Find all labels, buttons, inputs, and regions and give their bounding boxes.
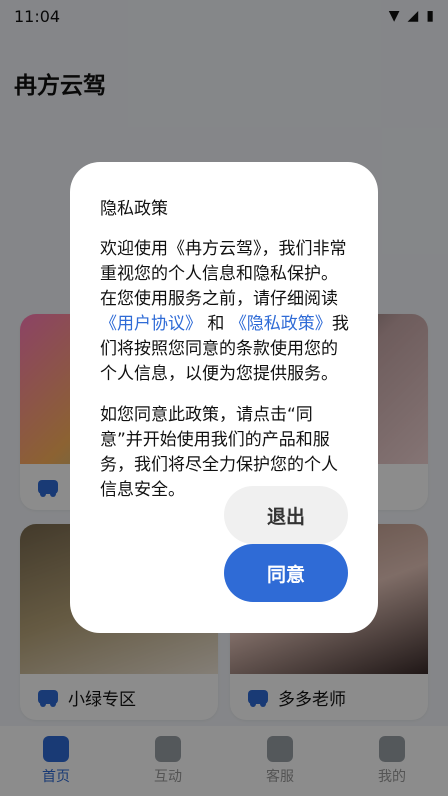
privacy-policy-link[interactable]: 《隐私政策》	[230, 314, 332, 334]
modal-text: 和	[202, 314, 230, 334]
exit-button[interactable]: 退出	[224, 486, 348, 544]
privacy-policy-modal: 隐私政策 欢迎使用《冉方云驾》，我们非常重视您的个人信息和隐私保护。在您使用服务…	[70, 162, 378, 633]
modal-text: 欢迎使用《冉方云驾》，我们非常重视您的个人信息和隐私保护。在您使用服务之前，请仔…	[100, 239, 347, 309]
agree-button[interactable]: 同意	[224, 544, 348, 602]
modal-paragraph-1: 欢迎使用《冉方云驾》，我们非常重视您的个人信息和隐私保护。在您使用服务之前，请仔…	[100, 237, 350, 387]
user-agreement-link[interactable]: 《用户协议》	[100, 314, 202, 334]
modal-body: 欢迎使用《冉方云驾》，我们非常重视您的个人信息和隐私保护。在您使用服务之前，请仔…	[100, 237, 350, 503]
modal-title: 隐私政策	[100, 199, 168, 219]
